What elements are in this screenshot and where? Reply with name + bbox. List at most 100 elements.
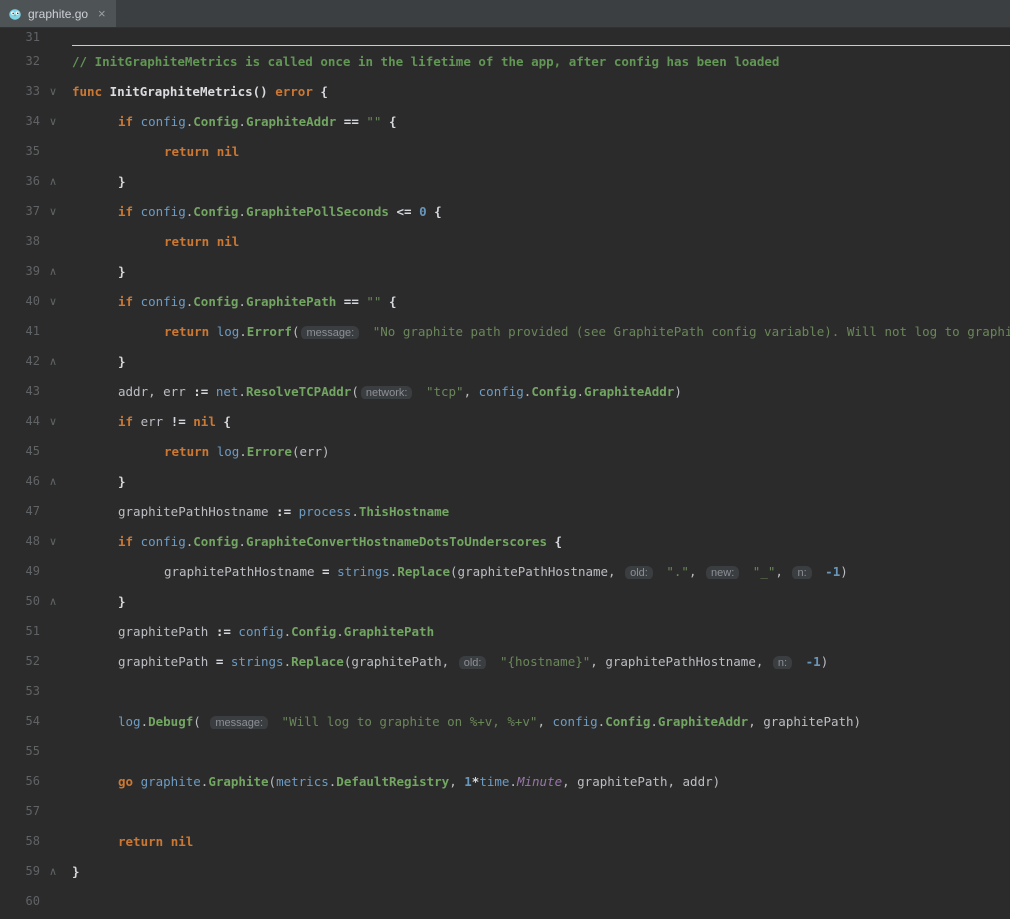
- fold-end-icon[interactable]: ∧: [40, 476, 66, 487]
- code-text: return nil: [66, 144, 1010, 159]
- line-number[interactable]: 54: [0, 714, 40, 728]
- token-op: {: [547, 534, 562, 549]
- token-pkg: config: [141, 204, 186, 219]
- fold-start-icon[interactable]: ∨: [40, 116, 66, 127]
- token-member: GraphitePollSeconds: [246, 204, 389, 219]
- line-number[interactable]: 47: [0, 504, 40, 518]
- code-line[interactable]: 42∧}: [0, 346, 1010, 376]
- line-number[interactable]: 32: [0, 54, 40, 68]
- line-number[interactable]: 33: [0, 84, 40, 98]
- line-number[interactable]: 36: [0, 174, 40, 188]
- line-number[interactable]: 43: [0, 384, 40, 398]
- parameter-hint[interactable]: old:: [459, 656, 487, 669]
- token-member: Errorf: [247, 324, 292, 339]
- parameter-hint[interactable]: message:: [210, 716, 268, 729]
- fold-start-icon[interactable]: ∨: [40, 536, 66, 547]
- line-number[interactable]: 44: [0, 414, 40, 428]
- token-plain: .: [239, 324, 247, 339]
- line-number[interactable]: 55: [0, 744, 40, 758]
- code-line[interactable]: 36∧}: [0, 166, 1010, 196]
- token-pkg: log: [217, 444, 240, 459]
- fold-end-icon[interactable]: ∧: [40, 266, 66, 277]
- code-line[interactable]: 49graphitePathHostname = strings.Replace…: [0, 556, 1010, 586]
- code-line[interactable]: 48∨if config.Config.GraphiteConvertHostn…: [0, 526, 1010, 556]
- code-line[interactable]: 33∨func InitGraphiteMetrics() error {: [0, 76, 1010, 106]
- tab-close-icon[interactable]: ×: [98, 7, 106, 20]
- code-line[interactable]: 46∧}: [0, 466, 1010, 496]
- fold-end-icon[interactable]: ∧: [40, 866, 66, 877]
- line-number[interactable]: 49: [0, 564, 40, 578]
- line-number[interactable]: 38: [0, 234, 40, 248]
- code-line[interactable]: 32// InitGraphiteMetrics is called once …: [0, 46, 1010, 76]
- code-line[interactable]: 44∨if err != nil {: [0, 406, 1010, 436]
- code-line[interactable]: 50∧}: [0, 586, 1010, 616]
- token-plain: graphitePath: [118, 654, 216, 669]
- parameter-hint[interactable]: old:: [625, 566, 653, 579]
- code-text: if config.Config.GraphitePath == "" {: [66, 294, 1010, 309]
- parameter-hint[interactable]: n:: [773, 656, 792, 669]
- token-plain: ,: [464, 384, 479, 399]
- fold-start-icon[interactable]: ∨: [40, 416, 66, 427]
- code-line[interactable]: 56go graphite.Graphite(metrics.DefaultRe…: [0, 766, 1010, 796]
- parameter-hint[interactable]: network:: [361, 386, 413, 399]
- code-line[interactable]: 52graphitePath = strings.Replace(graphit…: [0, 646, 1010, 676]
- code-line[interactable]: 34∨if config.Config.GraphiteAddr == "" {: [0, 106, 1010, 136]
- code-line[interactable]: 31: [0, 28, 1010, 46]
- token-plain: graphitePathHostname: [118, 504, 276, 519]
- token-kw: return: [164, 444, 217, 459]
- fold-end-icon[interactable]: ∧: [40, 356, 66, 367]
- code-text: graphitePath := config.Config.GraphitePa…: [66, 624, 1010, 639]
- code-line[interactable]: 35 return nil: [0, 136, 1010, 166]
- fold-start-icon[interactable]: ∨: [40, 86, 66, 97]
- line-number[interactable]: 31: [0, 30, 40, 44]
- line-number[interactable]: 39: [0, 264, 40, 278]
- parameter-hint[interactable]: message:: [301, 326, 359, 339]
- token-op: =: [216, 654, 231, 669]
- code-editor[interactable]: 31 32// InitGraphiteMetrics is called onc…: [0, 28, 1010, 919]
- line-number[interactable]: 41: [0, 324, 40, 338]
- line-number[interactable]: 52: [0, 654, 40, 668]
- code-line[interactable]: 60: [0, 886, 1010, 916]
- line-number[interactable]: 40: [0, 294, 40, 308]
- line-number[interactable]: 58: [0, 834, 40, 848]
- code-line[interactable]: 59∧}: [0, 856, 1010, 886]
- line-number[interactable]: 56: [0, 774, 40, 788]
- code-line[interactable]: 43addr, err := net.ResolveTCPAddr(networ…: [0, 376, 1010, 406]
- line-number[interactable]: 48: [0, 534, 40, 548]
- code-line[interactable]: 37∨if config.Config.GraphitePollSeconds …: [0, 196, 1010, 226]
- token-pkg: strings: [337, 564, 390, 579]
- line-number[interactable]: 34: [0, 114, 40, 128]
- line-number[interactable]: 59: [0, 864, 40, 878]
- line-number[interactable]: 37: [0, 204, 40, 218]
- code-line[interactable]: 57: [0, 796, 1010, 826]
- code-line[interactable]: 58return nil: [0, 826, 1010, 856]
- line-number[interactable]: 60: [0, 894, 40, 908]
- fold-end-icon[interactable]: ∧: [40, 596, 66, 607]
- tab-graphite-go[interactable]: graphite.go ×: [0, 0, 116, 27]
- code-line[interactable]: 47graphitePathHostname := process.ThisHo…: [0, 496, 1010, 526]
- token-plain: (: [351, 384, 359, 399]
- line-number[interactable]: 46: [0, 474, 40, 488]
- code-line[interactable]: 40∨if config.Config.GraphitePath == "" {: [0, 286, 1010, 316]
- code-line[interactable]: 53: [0, 676, 1010, 706]
- line-number[interactable]: 53: [0, 684, 40, 698]
- parameter-hint[interactable]: n:: [792, 566, 811, 579]
- code-line[interactable]: 39∧}: [0, 256, 1010, 286]
- parameter-hint[interactable]: new:: [706, 566, 739, 579]
- line-number[interactable]: 42: [0, 354, 40, 368]
- code-line[interactable]: 45return log.Errore(err): [0, 436, 1010, 466]
- line-number[interactable]: 45: [0, 444, 40, 458]
- code-line[interactable]: 38return nil: [0, 226, 1010, 256]
- code-line[interactable]: 55: [0, 736, 1010, 766]
- line-number[interactable]: 50: [0, 594, 40, 608]
- code-line[interactable]: 54log.Debugf( message: "Will log to grap…: [0, 706, 1010, 736]
- fold-start-icon[interactable]: ∨: [40, 206, 66, 217]
- line-number[interactable]: 51: [0, 624, 40, 638]
- code-line[interactable]: 41return log.Errorf(message: "No graphit…: [0, 316, 1010, 346]
- token-kw: if: [118, 294, 141, 309]
- fold-end-icon[interactable]: ∧: [40, 176, 66, 187]
- fold-start-icon[interactable]: ∨: [40, 296, 66, 307]
- line-number[interactable]: 35: [0, 144, 40, 158]
- line-number[interactable]: 57: [0, 804, 40, 818]
- code-line[interactable]: 51 graphitePath := config.Config.Graphite…: [0, 616, 1010, 646]
